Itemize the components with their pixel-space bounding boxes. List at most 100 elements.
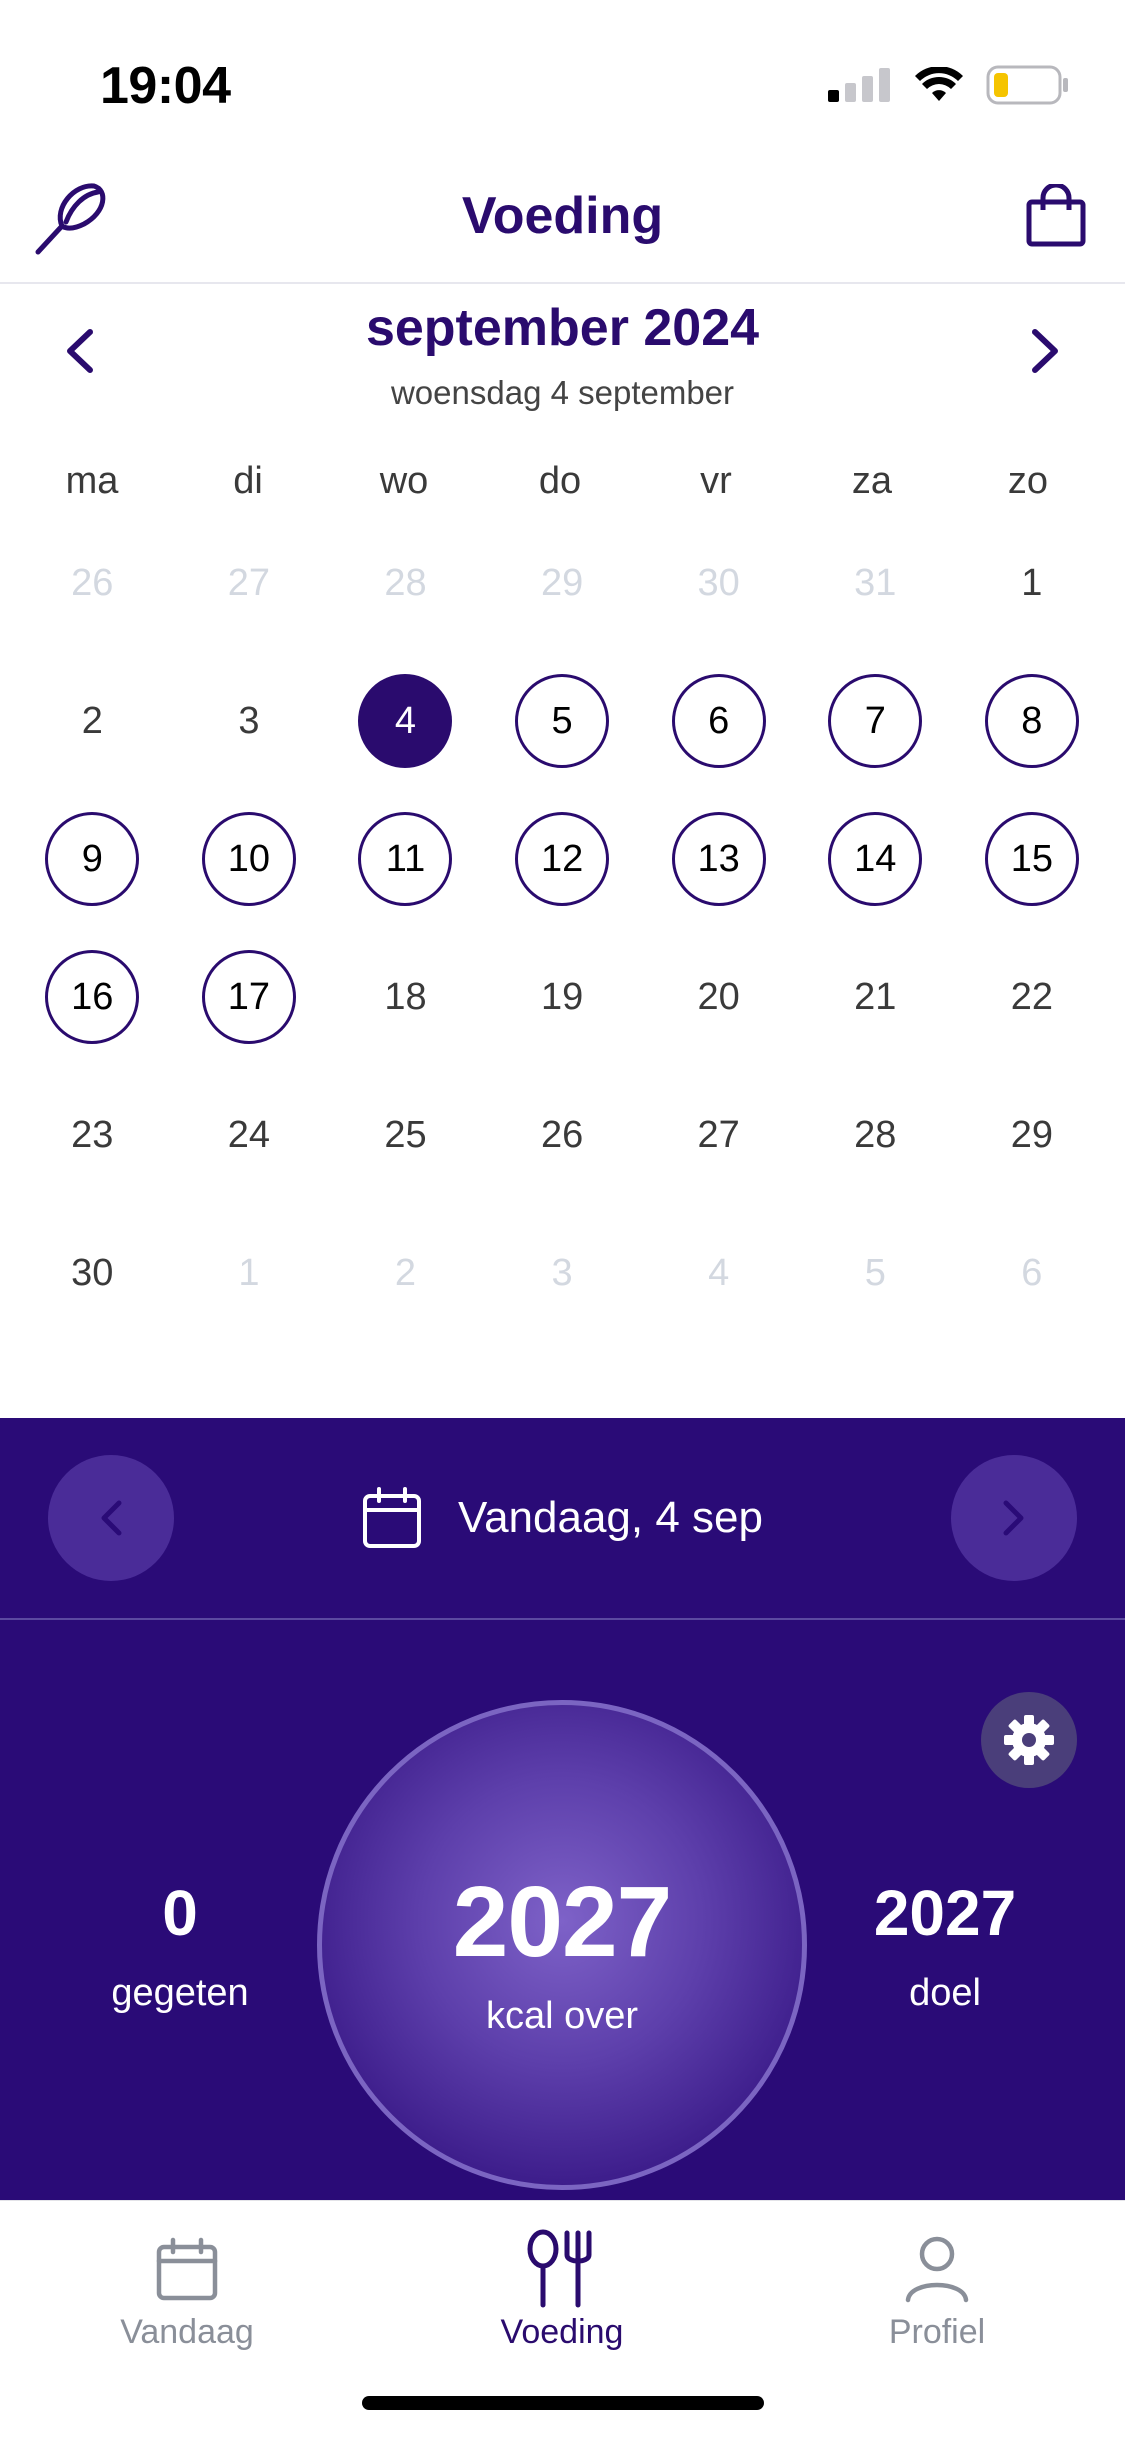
weekday-label: di — [233, 460, 263, 502]
calendar-day[interactable]: 27 — [640, 1066, 797, 1204]
calendar-day[interactable]: 25 — [327, 1066, 484, 1204]
calendar-day: 2 — [327, 1204, 484, 1342]
weekday-label: do — [538, 460, 582, 502]
calendar-day[interactable]: 18 — [327, 928, 484, 1066]
calendar-day[interactable]: 15 — [954, 790, 1111, 928]
calendar-day: 31 — [797, 514, 954, 652]
calendar-day[interactable]: 30 — [14, 1204, 171, 1342]
calendar-day[interactable]: 14 — [797, 790, 954, 928]
day-number: 6 — [1021, 1251, 1043, 1294]
calendar-day[interactable]: 7 — [797, 652, 954, 790]
day-number: 30 — [697, 561, 740, 604]
day-number: 31 — [854, 561, 897, 604]
day-number: 2 — [81, 699, 103, 742]
calendar-day[interactable]: 6 — [640, 652, 797, 790]
eaten-label: gegeten — [111, 1972, 249, 2014]
wifi-icon — [915, 67, 963, 101]
calendar-day: 28 — [327, 514, 484, 652]
calendar-day[interactable]: 11 — [327, 790, 484, 928]
day-number: 15 — [984, 812, 1079, 906]
current-day-label[interactable]: Vandaag, 4 sep — [458, 1493, 763, 1543]
calendar-day[interactable]: 29 — [954, 1066, 1111, 1204]
day-number: 6 — [671, 674, 766, 768]
day-number: 30 — [71, 1251, 114, 1294]
day-number: 16 — [45, 950, 140, 1044]
calendar-day[interactable]: 5 — [484, 652, 641, 790]
day-number: 5 — [515, 674, 610, 768]
calendar-header: september 2024 woensdag 4 september — [0, 282, 1125, 432]
goal-value: 2027 — [873, 1877, 1017, 1949]
day-number: 5 — [864, 1251, 886, 1294]
calendar-day: 30 — [640, 514, 797, 652]
calendar-day[interactable]: 16 — [14, 928, 171, 1066]
next-day-button[interactable] — [951, 1455, 1077, 1581]
calendar-day[interactable]: 1 — [954, 514, 1111, 652]
settings-button[interactable] — [981, 1692, 1077, 1788]
calendar-day[interactable]: 17 — [171, 928, 328, 1066]
day-number: 2 — [394, 1251, 417, 1294]
day-number: 23 — [71, 1113, 114, 1156]
shopping-bag-icon[interactable] — [1025, 182, 1087, 253]
calendar-day[interactable]: 2 — [14, 652, 171, 790]
goal-label: doel — [909, 1972, 981, 2014]
remaining-value: 2027 — [452, 1866, 672, 1978]
day-number: 29 — [1010, 1113, 1053, 1156]
calendar-day[interactable]: 9 — [14, 790, 171, 928]
month-label: september 2024 — [365, 299, 760, 357]
remaining-label: kcal over — [485, 1995, 639, 2037]
calendar-day: 4 — [640, 1204, 797, 1342]
selected-date-label: woensdag 4 september — [390, 374, 735, 411]
tab-vandaag[interactable]: Vandaag — [57, 2227, 317, 2352]
calendar-day[interactable]: 10 — [171, 790, 328, 928]
calendar-day: 26 — [14, 514, 171, 652]
calendar-day: 5 — [797, 1204, 954, 1342]
tab-profiel[interactable]: Profiel — [807, 2227, 1067, 2352]
day-number: 7 — [828, 674, 923, 768]
calendar-day[interactable]: 28 — [797, 1066, 954, 1204]
calendar-day[interactable]: 23 — [14, 1066, 171, 1204]
calendar-day[interactable]: 22 — [954, 928, 1111, 1066]
weekday-label: wo — [379, 460, 429, 502]
calendar-day[interactable]: 20 — [640, 928, 797, 1066]
next-month-button[interactable] — [1029, 326, 1063, 381]
person-icon — [905, 2236, 969, 2303]
chevron-right-icon — [1003, 1500, 1024, 1536]
calendar-day: 1 — [171, 1204, 328, 1342]
tab-label: Profiel — [888, 2313, 986, 2351]
day-number: 22 — [1010, 975, 1053, 1018]
calendar-day[interactable]: 21 — [797, 928, 954, 1066]
calendar-day[interactable]: 12 — [484, 790, 641, 928]
day-number: 11 — [358, 812, 453, 906]
day-navigator: Vandaag, 4 sep — [0, 1418, 1125, 1620]
calendar-day[interactable]: 8 — [954, 652, 1111, 790]
calendar-day[interactable]: 24 — [171, 1066, 328, 1204]
day-number: 28 — [854, 1113, 897, 1156]
calendar-day-selected[interactable]: 4 — [327, 652, 484, 790]
day-number: 18 — [384, 975, 427, 1018]
day-number: 27 — [227, 561, 271, 604]
calendar-day: 29 — [484, 514, 641, 652]
weekday-label: vr — [700, 460, 732, 502]
weekday-row: ma di wo do vr za zo — [0, 460, 1125, 520]
calendar-day[interactable]: 19 — [484, 928, 641, 1066]
calendar-day[interactable]: 13 — [640, 790, 797, 928]
day-number: 24 — [227, 1113, 271, 1156]
calendar-grid: 26 27 28 29 30 31 1 2 3 4 5 6 7 8 9 10 11 12 13 14 15 16 17 18 1… — [14, 514, 1111, 1342]
day-number: 29 — [540, 561, 584, 604]
calendar-day: 3 — [484, 1204, 641, 1342]
day-number: 26 — [540, 1113, 584, 1156]
battery-icon — [986, 65, 1068, 105]
gear-icon — [1004, 1715, 1054, 1765]
calendar-day: 6 — [954, 1204, 1111, 1342]
calendar-day[interactable]: 26 — [484, 1066, 641, 1204]
day-number: 17 — [201, 950, 296, 1044]
day-number: 26 — [71, 561, 114, 604]
utensils-icon — [527, 2229, 592, 2308]
tab-voeding[interactable]: Voeding — [432, 2227, 692, 2352]
eaten-stat: 0 gegeten — [80, 1876, 280, 2015]
status-time: 19:04 — [100, 57, 231, 115]
calendar-day[interactable]: 3 — [171, 652, 328, 790]
day-number: 9 — [45, 812, 140, 906]
chevron-right-icon — [1032, 329, 1058, 373]
tab-label: Voeding — [500, 2313, 624, 2351]
